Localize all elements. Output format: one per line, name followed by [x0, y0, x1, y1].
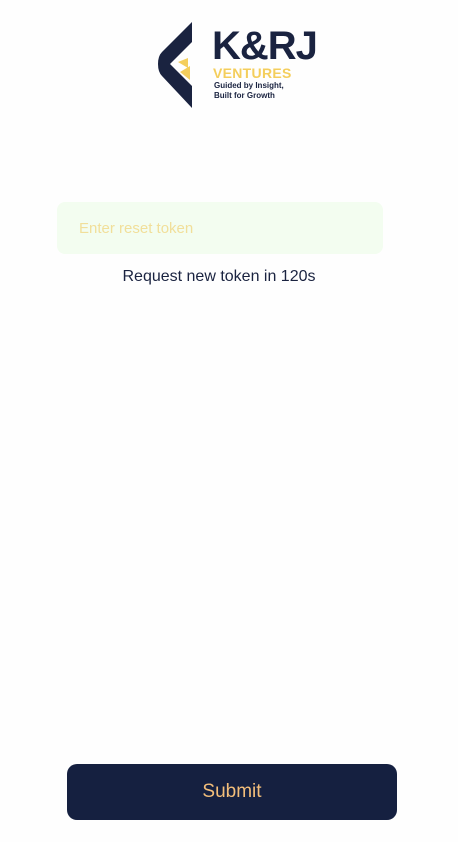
brand-subtitle: VENTURES [213, 65, 292, 81]
brand-logo: K&RJ VENTURES Guided by Insight, Built f… [158, 22, 328, 108]
tagline-line-2: Built for Growth [214, 91, 275, 100]
tagline-line-1: Guided by Insight, [214, 81, 284, 90]
brand-mark-icon [158, 22, 192, 108]
resend-countdown-text: Request new token in 120s [122, 268, 316, 285]
brand-name: K&RJ [212, 24, 318, 68]
reset-token-input[interactable] [57, 202, 383, 254]
submit-button[interactable]: Submit [67, 764, 397, 820]
brand-tagline: Guided by Insight, Built for Growth [214, 81, 324, 101]
